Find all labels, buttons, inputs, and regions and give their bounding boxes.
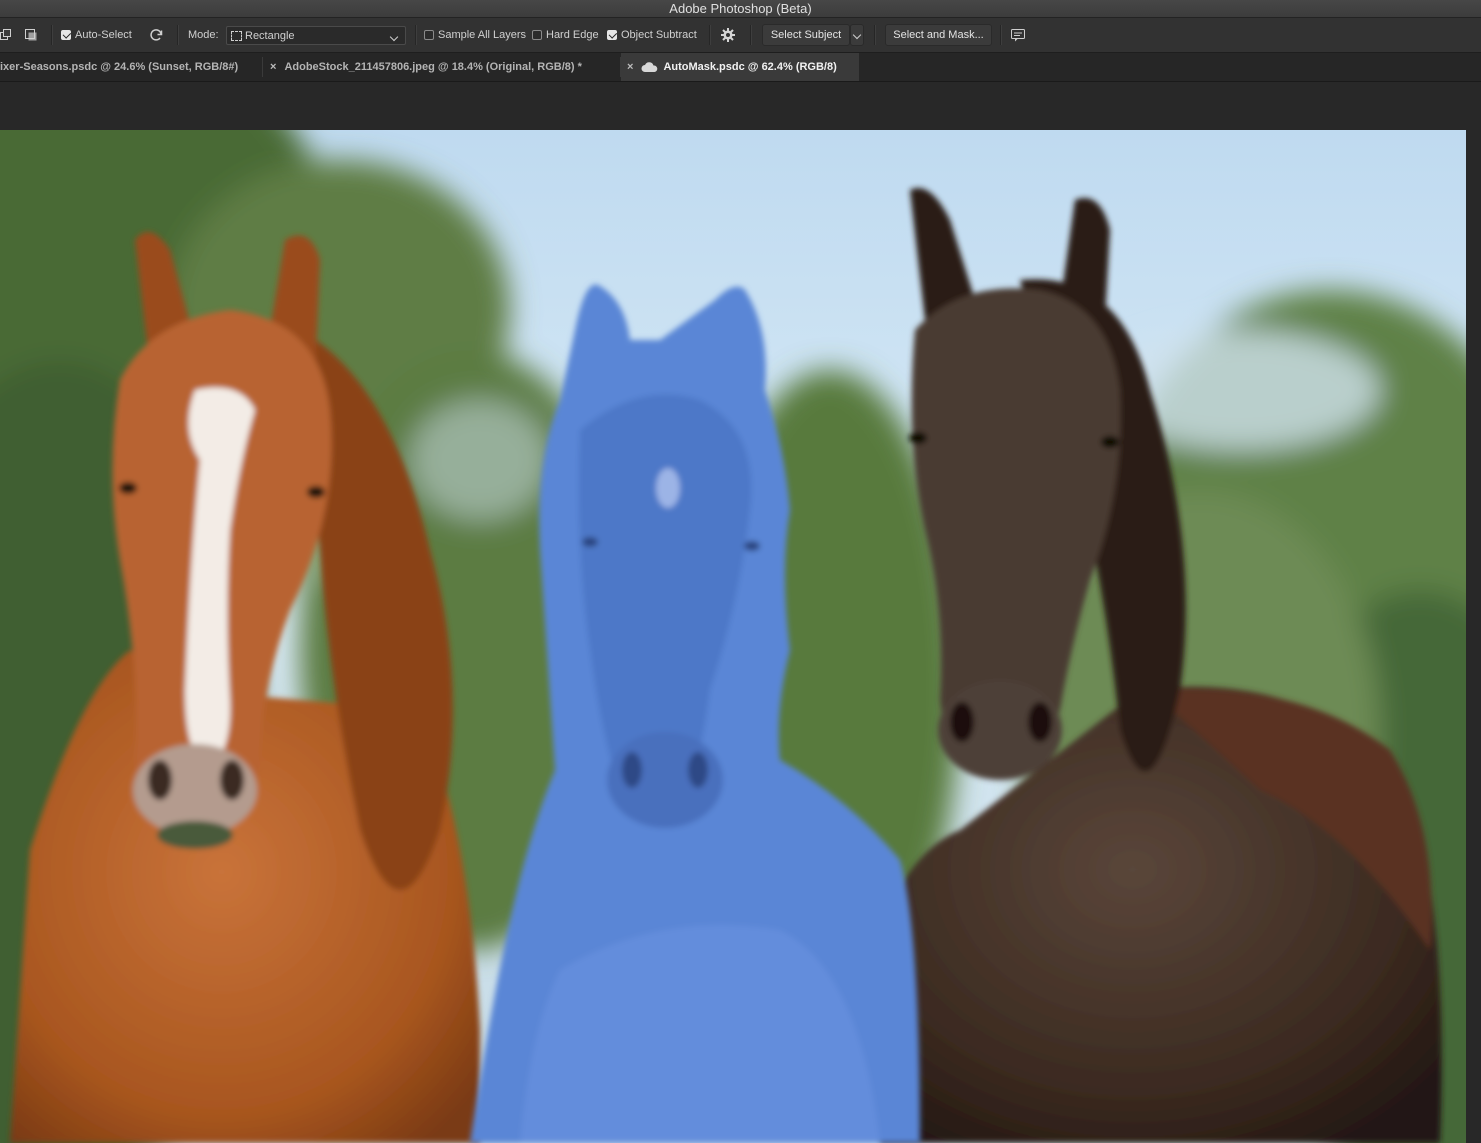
separator: [177, 25, 179, 45]
checkbox-checked-icon: [607, 30, 617, 40]
object-subtract-checkbox[interactable]: Object Subtract: [607, 18, 697, 52]
canvas-area[interactable]: [0, 82, 1481, 1143]
tab-label: AutoMask.psdc @ 62.4% (RGB/8): [663, 61, 837, 73]
arrange-icon[interactable]: [0, 18, 14, 52]
auto-select-label: Auto-Select: [75, 29, 132, 41]
separator: [415, 25, 417, 45]
separator: [750, 25, 752, 45]
comment-icon[interactable]: [1010, 18, 1028, 52]
app-title-bar: Adobe Photoshop (Beta): [0, 0, 1481, 18]
checkbox-unchecked-icon: [532, 30, 542, 40]
mode-label: Mode:: [188, 29, 219, 41]
tab-label: AdobeStock_211457806.jpeg @ 18.4% (Origi…: [284, 61, 582, 73]
select-and-mask-label: Select and Mask...: [893, 29, 984, 41]
hard-edge-label: Hard Edge: [546, 29, 599, 41]
close-icon[interactable]: ×: [270, 61, 276, 73]
hard-edge-checkbox[interactable]: Hard Edge: [532, 18, 599, 52]
tab-adobestock[interactable]: × AdobeStock_211457806.jpeg @ 18.4% (Ori…: [263, 53, 620, 81]
tool-options-bar: Auto-Select Mode: Rectangle Sample All L…: [0, 18, 1481, 53]
close-icon[interactable]: ×: [627, 61, 633, 73]
sample-all-layers-checkbox[interactable]: Sample All Layers: [424, 18, 526, 52]
mode-value: Rectangle: [245, 29, 295, 42]
object-subtract-label: Object Subtract: [621, 29, 697, 41]
document-canvas[interactable]: [0, 130, 1466, 1143]
separator: [709, 25, 711, 45]
cloud-icon: [641, 61, 658, 73]
mode-dropdown[interactable]: Rectangle: [226, 26, 406, 45]
app-title: Adobe Photoshop (Beta): [669, 1, 812, 16]
select-subject-label: Select Subject: [770, 29, 842, 41]
tab-label: ixer-Seasons.psdc @ 24.6% (Sunset, RGB/8…: [0, 61, 239, 73]
transform-controls-icon[interactable]: [24, 18, 40, 52]
document-tab-bar: ixer-Seasons.psdc @ 24.6% (Sunset, RGB/8…: [0, 53, 1481, 82]
sample-all-layers-label: Sample All Layers: [438, 29, 527, 41]
tab-mixer-seasons[interactable]: ixer-Seasons.psdc @ 24.6% (Sunset, RGB/8…: [0, 53, 262, 81]
select-subject-button[interactable]: Select Subject: [762, 24, 850, 46]
marquee-rectangle-icon: [231, 30, 242, 41]
auto-select-checkbox[interactable]: Auto-Select: [61, 18, 132, 52]
checkbox-checked-icon: [61, 30, 71, 40]
separator: [51, 25, 53, 45]
checkbox-unchecked-icon: [424, 30, 434, 40]
chevron-down-icon: [852, 29, 862, 41]
select-and-mask-button[interactable]: Select and Mask...: [885, 24, 992, 46]
separator: [1000, 25, 1002, 45]
separator: [874, 25, 876, 45]
select-subject-dropdown-button[interactable]: [850, 24, 864, 46]
settings-gear-icon[interactable]: [720, 18, 738, 52]
photo-three-horses: [0, 130, 1466, 1143]
tab-automask[interactable]: × AutoMask.psdc @ 62.4% (RGB/8): [621, 53, 859, 81]
chevron-down-icon: [389, 31, 399, 43]
refresh-icon[interactable]: [148, 18, 166, 52]
